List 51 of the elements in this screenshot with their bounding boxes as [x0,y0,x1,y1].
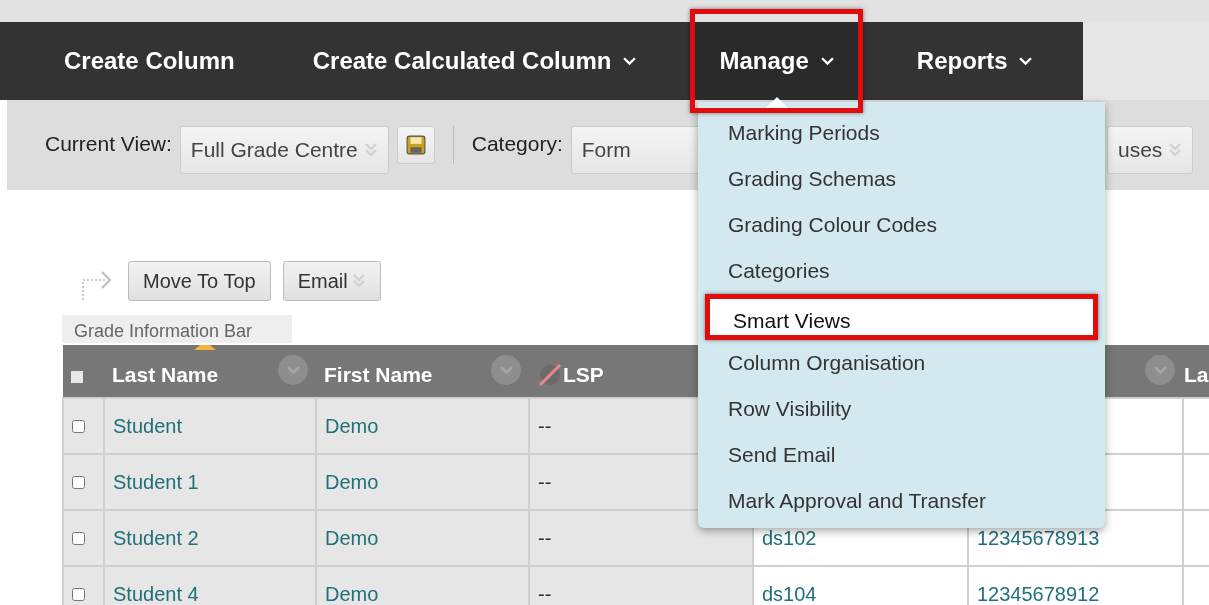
column-header[interactable]: First Name [316,345,529,398]
menu-item[interactable]: Grading Colour Codes [698,202,1105,248]
student-name-link[interactable]: Demo [325,527,379,549]
table-cell: -- [538,583,552,605]
student-name-link[interactable]: Demo [325,471,379,493]
table-cell: ds102 [762,527,817,549]
double-chevron-icon [1168,141,1183,158]
row-checkbox[interactable] [72,420,85,433]
action-button[interactable]: Move To Top [128,261,271,301]
chevron-down-icon [1153,365,1167,375]
table-cell: 12345678912 [977,583,1100,605]
menu-item[interactable]: Mark Approval and Transfer [698,478,1105,524]
column-header[interactable]: La [1183,345,1209,398]
nav-menu-item[interactable]: Create Column [64,22,235,100]
menu-item[interactable]: Categories [698,248,1105,294]
pointer-icon [765,97,788,108]
chevron-down-icon [623,56,637,66]
table-cell: ds104 [762,583,817,605]
info-bar-tab[interactable]: Grade Information Bar [62,315,292,343]
menu-item[interactable]: Send Email [698,432,1105,478]
student-name-link[interactable]: Demo [325,415,379,437]
email-dropdown-button[interactable]: Email [282,261,381,301]
field-label: Category: [471,131,563,157]
row-checkbox[interactable] [72,588,85,601]
header-checkbox-icon [71,370,83,383]
chevron-down-icon [286,365,300,375]
student-name-link[interactable]: Student 1 [113,471,199,493]
status-select[interactable]: uses [1107,126,1194,174]
table-cell: -- [538,527,552,549]
save-button[interactable] [396,126,435,164]
row-checkbox[interactable] [72,476,85,489]
menu-item[interactable]: Smart Views [705,294,1098,340]
chevron-down-icon [1019,56,1033,66]
table-cell: -- [538,415,552,437]
student-name-link[interactable]: Demo [325,583,379,605]
student-name-link[interactable]: Student 2 [113,527,199,549]
view-select[interactable]: Full Grade Centre [179,126,389,174]
field-label: Current View: [45,131,172,157]
nav-menu-item[interactable]: Manage [690,9,863,113]
double-chevron-icon [351,273,366,289]
student-name-link[interactable]: Student [113,415,182,437]
double-chevron-icon [363,141,378,158]
nav-menu-item[interactable]: Create Calculated Column [312,22,637,100]
row-checkbox[interactable] [72,532,85,545]
table-cell: -- [538,471,552,493]
table-cell: 12345678913 [977,527,1100,549]
chevron-down-icon [820,56,834,66]
column-header[interactable]: Last Name [104,345,316,398]
chevron-down-icon [499,365,513,375]
hidden-column-icon [537,362,563,389]
nav-menu-item[interactable]: Reports [916,22,1033,100]
